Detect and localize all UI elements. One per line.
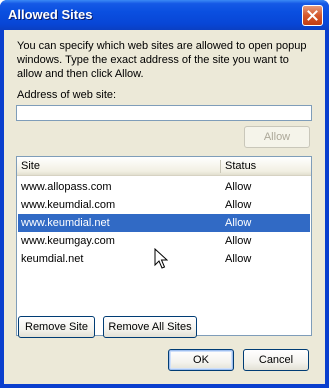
column-header-site[interactable]: Site (21, 160, 40, 172)
sites-list[interactable]: Site Status www.allopass.com Allow www.keu… (16, 156, 312, 336)
remove-site-button[interactable]: Remove Site (18, 316, 95, 338)
table-row[interactable]: www.keumdial.net Allow (18, 214, 310, 232)
dialog-body: You can specify which web sites are allo… (4, 30, 325, 384)
table-row[interactable]: www.allopass.com Allow (18, 178, 310, 196)
ok-button[interactable]: OK (168, 349, 234, 371)
close-button[interactable] (302, 5, 323, 26)
row-status: Allow (225, 217, 252, 229)
address-input[interactable] (16, 105, 312, 121)
row-status: Allow (225, 235, 252, 247)
title-bar[interactable]: Allowed Sites (0, 0, 329, 30)
column-header-status[interactable]: Status (225, 160, 256, 172)
allow-button[interactable]: Allow (244, 126, 310, 148)
table-row[interactable]: www.keumdial.com Allow (18, 196, 310, 214)
address-label: Address of web site: (17, 89, 117, 101)
row-status: Allow (225, 253, 252, 265)
cancel-button[interactable]: Cancel (243, 349, 309, 371)
remove-all-sites-button[interactable]: Remove All Sites (103, 316, 197, 338)
row-site: www.keumdial.com (21, 199, 116, 211)
row-site: keumdial.net (21, 253, 84, 265)
column-divider[interactable] (220, 160, 221, 173)
row-status: Allow (225, 181, 252, 193)
close-icon (307, 10, 318, 21)
allowed-sites-dialog: Allowed Sites You can specify which web … (0, 0, 329, 388)
row-site: www.allopass.com (21, 181, 112, 193)
mouse-pointer-icon (154, 248, 168, 269)
row-site: www.keumdial.net (21, 217, 110, 229)
row-site: www.keumgay.com (21, 235, 115, 247)
window-title: Allowed Sites (8, 7, 93, 22)
row-status: Allow (225, 199, 252, 211)
list-header: Site Status (17, 157, 311, 176)
dialog-description: You can specify which web sites are allo… (17, 40, 307, 80)
